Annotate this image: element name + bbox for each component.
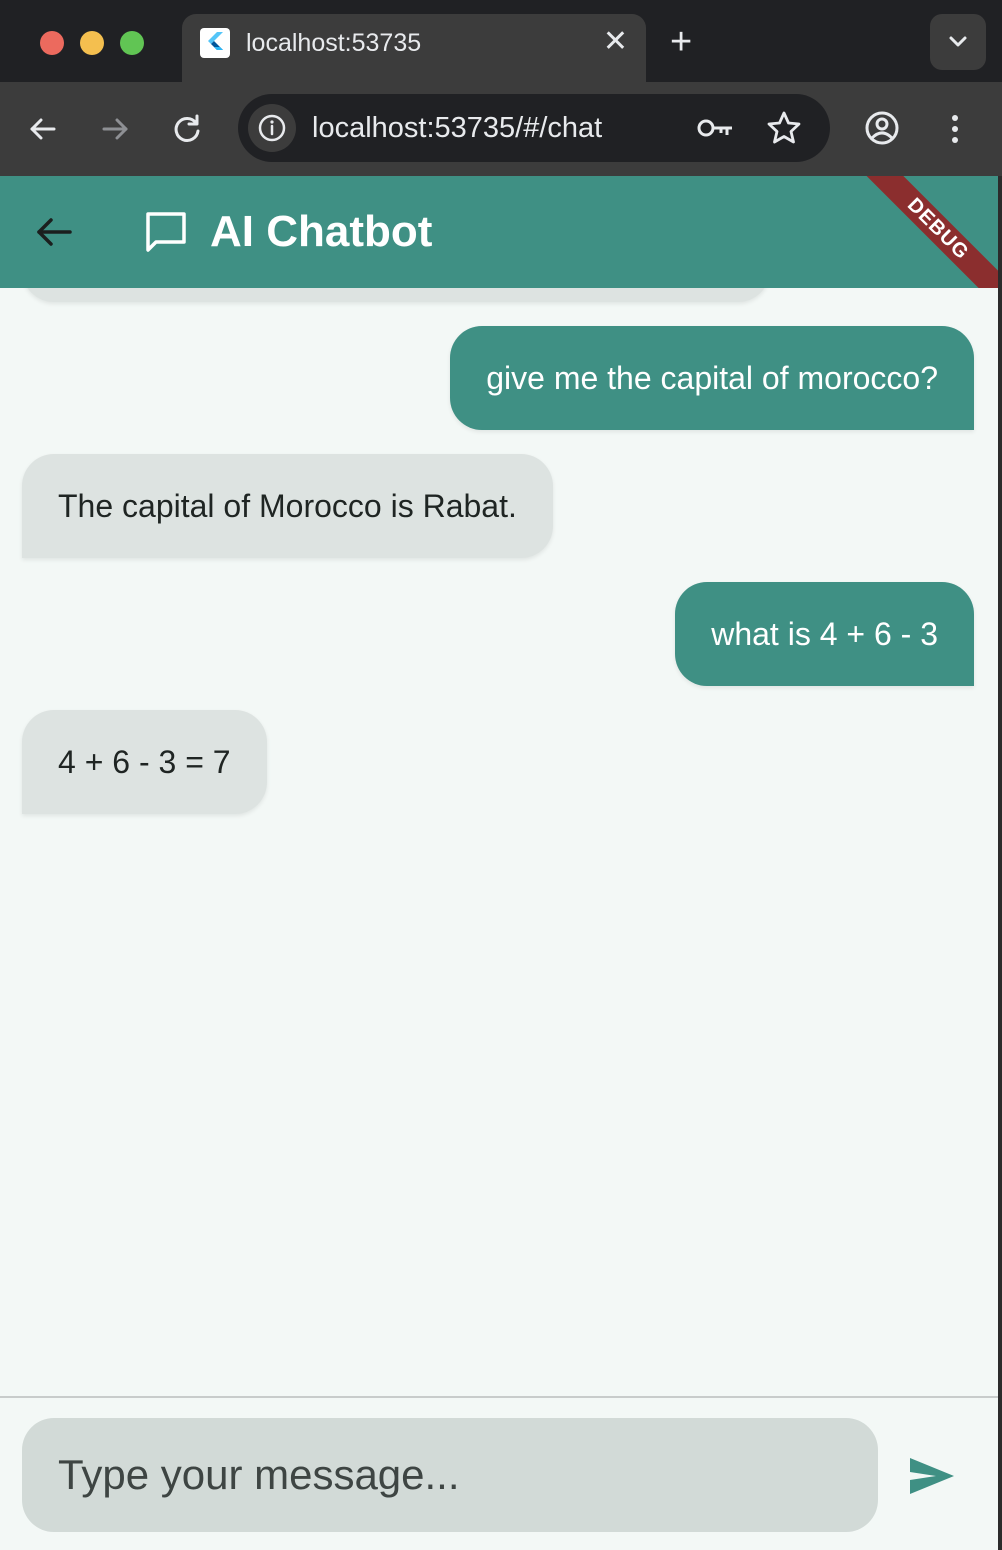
browser-toolbar: localhost:53735/#/chat (0, 82, 1002, 176)
bot-message: 4 + 6 - 3 = 7 (22, 710, 267, 814)
back-icon[interactable] (24, 110, 62, 148)
bot-message: The capital of Morocco is Rabat. (22, 454, 553, 558)
debug-banner: DEBUG (843, 176, 1000, 288)
browser-tab[interactable]: localhost:53735 ✕ (182, 14, 646, 82)
user-message: give me the capital of morocco? (450, 326, 974, 430)
chat-bubble-icon (146, 212, 186, 252)
window-edge (998, 176, 1002, 1550)
flutter-favicon-icon (200, 28, 230, 58)
more-menu-icon[interactable] (936, 110, 974, 148)
maximize-window-button[interactable] (120, 31, 144, 55)
send-icon[interactable] (906, 1454, 958, 1498)
close-tab-icon[interactable]: ✕ (603, 26, 628, 58)
password-key-icon[interactable] (696, 110, 736, 146)
chat-message-list[interactable]: give me the capital of morocco? The capi… (0, 288, 998, 1396)
close-window-button[interactable] (40, 31, 64, 55)
composer-bar (0, 1396, 998, 1550)
bookmark-star-icon[interactable] (764, 108, 804, 148)
tab-title: localhost:53735 (246, 29, 422, 57)
app-bar: AI Chatbot DEBUG (0, 176, 1000, 288)
address-bar[interactable]: localhost:53735/#/chat (238, 94, 830, 162)
chevron-down-icon (949, 36, 967, 47)
minimize-window-button[interactable] (80, 31, 104, 55)
tab-search-button[interactable] (930, 14, 986, 70)
url-text: localhost:53735/#/chat (312, 112, 603, 144)
message-input[interactable] (22, 1418, 878, 1532)
page-title: AI Chatbot (210, 207, 433, 256)
profile-icon[interactable] (862, 108, 902, 148)
site-info-icon[interactable] (248, 104, 296, 152)
browser-tab-strip: localhost:53735 ✕ + (0, 0, 1002, 82)
user-message: what is 4 + 6 - 3 (675, 582, 974, 686)
new-tab-icon[interactable]: + (670, 22, 692, 62)
reload-icon[interactable] (168, 110, 206, 148)
forward-icon[interactable] (96, 110, 134, 148)
back-arrow-icon[interactable] (34, 214, 74, 250)
partial-bot-message (22, 288, 770, 302)
